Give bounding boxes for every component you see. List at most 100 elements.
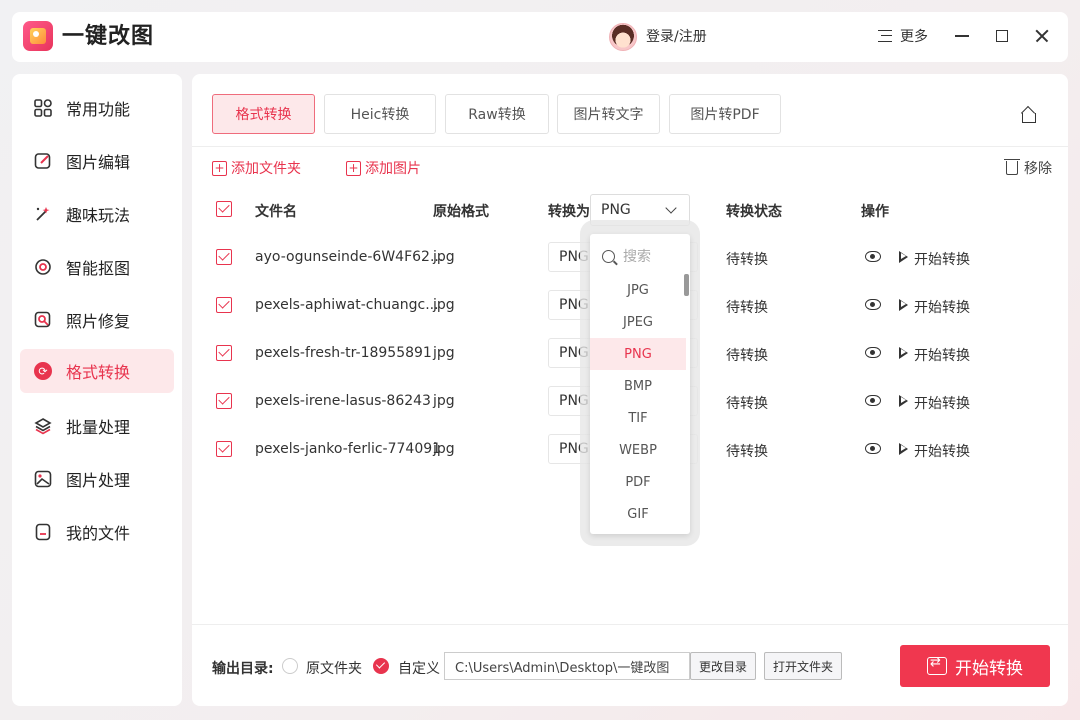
close-button[interactable] [1030, 24, 1054, 48]
dropdown-search[interactable]: 搜索 [602, 246, 651, 266]
preview-eye-icon[interactable] [865, 347, 881, 358]
sidebar-item-label: 格式转换 [66, 363, 131, 382]
app-title: 一键改图 [62, 24, 155, 49]
remove-label: 移除 [1024, 161, 1052, 177]
header-actions: 操作 [861, 204, 889, 220]
magic-icon [34, 205, 52, 223]
sidebar-item-repair[interactable]: 照片修复 [20, 298, 174, 342]
swap-icon [927, 655, 947, 675]
radio-custom-label[interactable]: 自定义 [398, 658, 440, 678]
format-option-jpeg[interactable]: JPEG [590, 306, 686, 338]
select-all-checkbox[interactable] [216, 201, 232, 217]
home-icon[interactable] [1020, 107, 1038, 123]
remove-button[interactable]: 移除 [1004, 158, 1052, 178]
format-dropdown: 搜索 JPG JPEG PNG BMP TIF WEBP PDF GIF [590, 234, 690, 534]
start-convert-link[interactable]: 开始转换 [914, 441, 970, 461]
preview-eye-icon[interactable] [865, 299, 881, 310]
app-logo-icon [23, 21, 53, 51]
header-filename: 文件名 [255, 204, 297, 220]
maximize-button[interactable] [990, 24, 1014, 48]
file-name: pexels-aphiwat-chuangc... [255, 297, 439, 313]
title-bar: 一键改图 登录/注册 更多 [12, 12, 1068, 62]
tab-raw[interactable]: Raw转换 [445, 94, 549, 134]
radio-custom-folder[interactable] [373, 658, 389, 674]
status-text: 待转换 [726, 348, 768, 364]
sidebar-item-label: 智能抠图 [66, 259, 131, 278]
add-folder-icon: + [212, 160, 227, 176]
layers-icon [34, 417, 52, 435]
file-name: pexels-fresh-tr-18955891 [255, 345, 432, 361]
play-icon [899, 395, 908, 407]
minimize-button[interactable] [950, 24, 974, 48]
status-text: 待转换 [726, 252, 768, 268]
target-format-value: PNG [601, 202, 631, 218]
header-convert-to: 转换为 [548, 204, 590, 220]
original-format: jpg [433, 297, 455, 313]
menu-icon[interactable] [878, 30, 892, 42]
format-option-jpg[interactable]: JPG [590, 274, 686, 306]
radio-original-folder[interactable] [282, 658, 298, 674]
radio-original-label[interactable]: 原文件夹 [306, 658, 362, 678]
start-convert-link[interactable]: 开始转换 [914, 345, 970, 365]
sidebar-item-edit[interactable]: 图片编辑 [20, 139, 174, 183]
preview-eye-icon[interactable] [865, 395, 881, 406]
login-link[interactable]: 登录/注册 [646, 28, 707, 46]
output-path-input[interactable]: C:\Users\Admin\Desktop\一键改图 [444, 652, 690, 680]
sidebar-item-label: 常用功能 [66, 100, 131, 119]
start-convert-link[interactable]: 开始转换 [914, 249, 970, 269]
sidebar-item-common[interactable]: 常用功能 [20, 86, 174, 130]
format-option-webp[interactable]: WEBP [590, 434, 686, 466]
sidebar-item-process[interactable]: 图片处理 [20, 457, 174, 501]
add-folder-label: 添加文件夹 [231, 161, 301, 177]
sidebar-item-batch[interactable]: 批量处理 [20, 404, 174, 448]
sidebar-item-fun[interactable]: 趣味玩法 [20, 192, 174, 236]
row-checkbox[interactable] [216, 441, 232, 457]
tab-heic[interactable]: Heic转换 [324, 94, 436, 134]
original-format: jpg [433, 345, 455, 361]
sidebar-item-files[interactable]: 我的文件 [20, 510, 174, 554]
file-name: pexels-janko-ferlic-774091 [255, 441, 442, 457]
avatar[interactable] [609, 23, 637, 51]
convert-icon: ⟳ [34, 362, 52, 380]
row-checkbox[interactable] [216, 249, 232, 265]
add-image-icon: + [346, 160, 361, 176]
play-icon [899, 251, 908, 263]
format-option-tif[interactable]: TIF [590, 402, 686, 434]
open-folder-button[interactable]: 打开文件夹 [764, 652, 842, 680]
start-convert-link[interactable]: 开始转换 [914, 393, 970, 413]
main-panel: 格式转换 Heic转换 Raw转换 图片转文字 图片转PDF + 添加文件夹 +… [192, 74, 1068, 706]
grid-icon [34, 99, 52, 117]
sidebar-item-cutout[interactable]: 智能抠图 [20, 245, 174, 289]
format-option-gif[interactable]: GIF [590, 498, 686, 530]
file-name: ayo-ogunseinde-6W4F62... [255, 249, 444, 265]
tab-format-convert[interactable]: 格式转换 [212, 94, 315, 134]
tab-image-to-text[interactable]: 图片转文字 [557, 94, 660, 134]
original-format: jpg [433, 441, 455, 457]
sidebar-item-label: 图片编辑 [66, 153, 131, 172]
file-name: pexels-irene-lasus-86243 [255, 393, 431, 409]
format-option-pdf[interactable]: PDF [590, 466, 686, 498]
start-convert-link[interactable]: 开始转换 [914, 297, 970, 317]
sidebar-item-label: 我的文件 [66, 524, 131, 543]
repair-icon [34, 311, 52, 329]
format-option-bmp[interactable]: BMP [590, 370, 686, 402]
search-placeholder: 搜索 [623, 249, 651, 265]
format-option-png[interactable]: PNG [590, 338, 686, 370]
add-folder-button[interactable]: + 添加文件夹 [212, 158, 301, 178]
status-text: 待转换 [726, 300, 768, 316]
status-text: 待转换 [726, 444, 768, 460]
change-dir-button[interactable]: 更改目录 [690, 652, 756, 680]
start-convert-button[interactable]: 开始转换 [900, 645, 1050, 687]
preview-eye-icon[interactable] [865, 443, 881, 454]
tab-image-to-pdf[interactable]: 图片转PDF [669, 94, 781, 134]
add-image-label: 添加图片 [365, 161, 421, 177]
cutout-icon [34, 258, 52, 276]
row-checkbox[interactable] [216, 297, 232, 313]
more-button[interactable]: 更多 [900, 28, 928, 46]
add-image-button[interactable]: + 添加图片 [346, 158, 421, 178]
sidebar-item-convert[interactable]: ⟳ 格式转换 [20, 349, 174, 393]
row-checkbox[interactable] [216, 393, 232, 409]
preview-eye-icon[interactable] [865, 251, 881, 262]
play-icon [899, 347, 908, 359]
row-checkbox[interactable] [216, 345, 232, 361]
